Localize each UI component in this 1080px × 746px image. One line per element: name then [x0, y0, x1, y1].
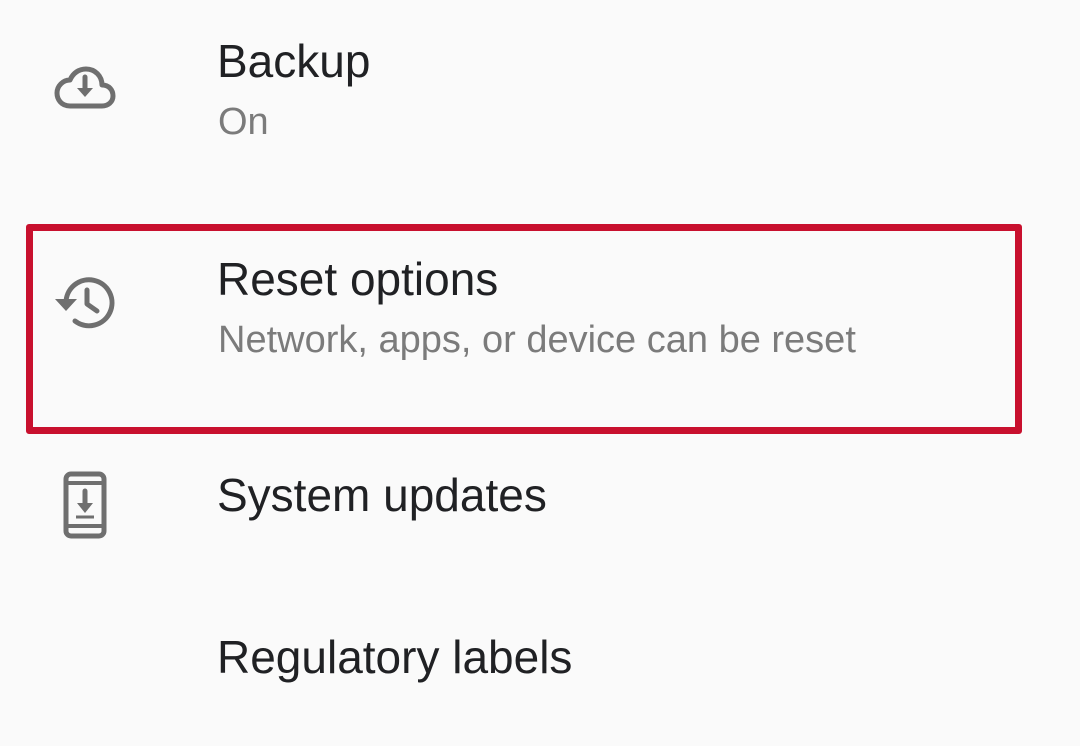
history-icon [52, 270, 118, 336]
reset-options-title: Reset options [217, 253, 499, 305]
settings-list: Backup On Reset options Network, apps, o… [0, 0, 1080, 746]
system-update-icon [52, 462, 118, 548]
reset-options-description: Network, apps, or device can be reset [218, 319, 856, 361]
cloud-download-icon [52, 56, 118, 122]
backup-item[interactable]: Backup On [0, 0, 1080, 190]
backup-title: Backup [217, 35, 371, 87]
regulatory-labels-title: Regulatory labels [217, 631, 573, 683]
system-updates-item[interactable]: System updates [0, 440, 1080, 570]
regulatory-labels-item[interactable]: Regulatory labels [0, 600, 1080, 730]
system-updates-title: System updates [217, 469, 547, 521]
reset-options-item[interactable]: Reset options Network, apps, or device c… [0, 222, 1080, 428]
backup-status: On [218, 101, 269, 143]
